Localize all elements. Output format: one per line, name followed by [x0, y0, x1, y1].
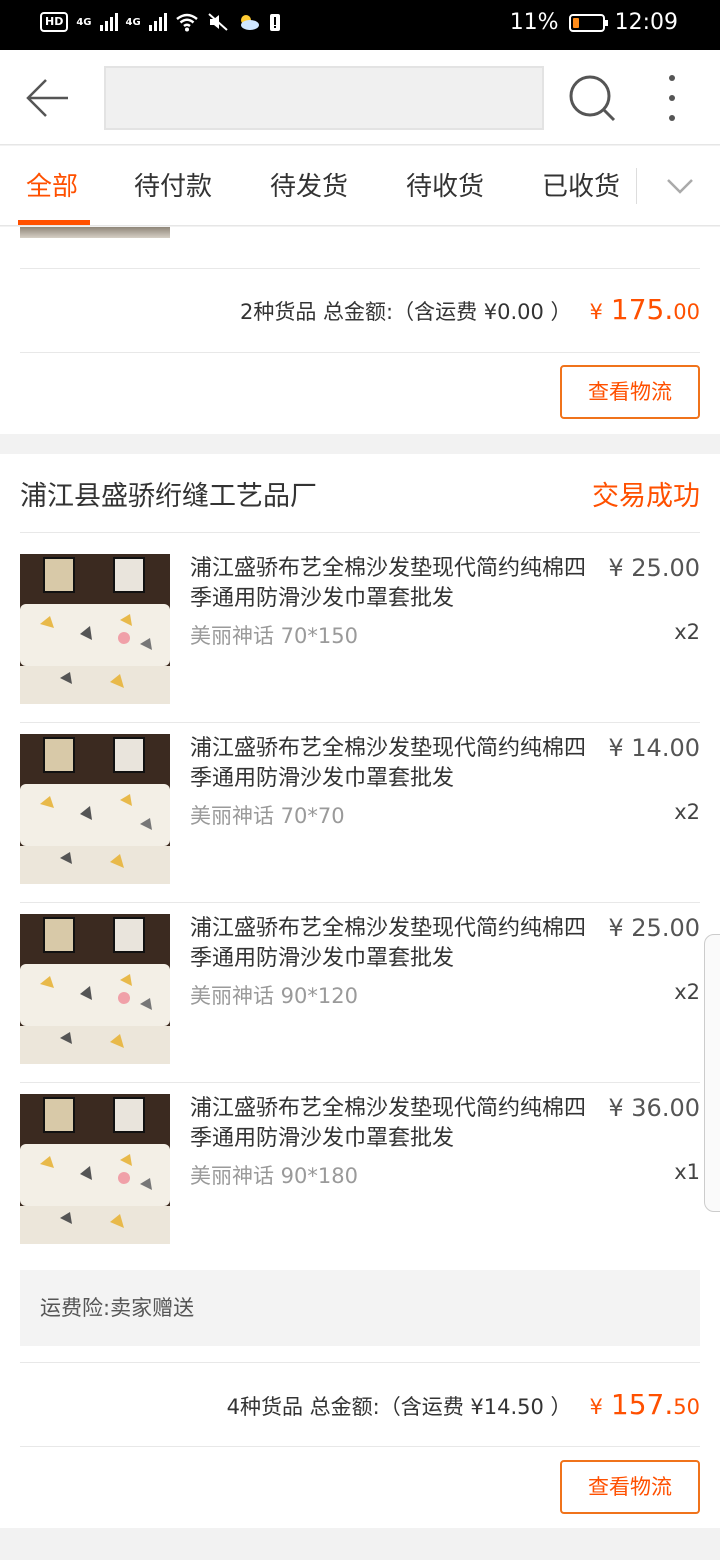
shipping-insurance-note: 运费险:卖家赠送 [20, 1270, 700, 1346]
battery-alert-icon [269, 14, 280, 31]
product-spec: 美丽神话 90*180 [190, 1164, 358, 1188]
order-card: 浦江县盛骄绗缝工艺品厂 交易成功 浦江盛骄布艺全棉沙发垫现代简约纯棉四季通用防滑… [0, 454, 720, 1528]
search-input[interactable] [104, 66, 544, 130]
search-icon [569, 75, 616, 122]
product-thumbnail[interactable] [20, 227, 170, 238]
signal-4g-label-2: 4G [125, 16, 141, 28]
product-price: ¥ 14.00 [608, 734, 700, 762]
order-total-decimal: 00 [673, 300, 700, 324]
tab-divider [636, 168, 637, 204]
product-title: 浦江盛骄布艺全棉沙发垫现代简约纯棉四季通用防滑沙发巾罩套批发 [190, 916, 587, 971]
signal-strength-icon [99, 13, 118, 31]
currency-symbol: ¥ [589, 1395, 603, 1419]
order-item[interactable]: 浦江盛骄布艺全棉沙发垫现代简约纯棉四季通用防滑沙发巾罩套批发 美丽神话 70*1… [0, 554, 720, 704]
divider [20, 1446, 700, 1447]
order-status: 交易成功 [592, 481, 700, 512]
battery-percent: 11% [509, 10, 559, 35]
product-quantity: x2 [674, 980, 700, 1004]
product-thumbnail [20, 734, 170, 884]
tab-received[interactable]: 已收货 [542, 166, 620, 203]
order-summary: 4种货品 总金额:（含运费 ¥14.50 ） [226, 1395, 572, 1419]
mute-icon [208, 13, 228, 31]
product-quantity: x2 [674, 620, 700, 644]
order-tabs: 全部 待付款 待发货 待收货 已收货 [0, 146, 720, 226]
active-tab-indicator [18, 220, 90, 225]
product-quantity: x2 [674, 800, 700, 824]
divider [20, 1362, 700, 1363]
product-title: 浦江盛骄布艺全棉沙发垫现代简约纯棉四季通用防滑沙发巾罩套批发 [190, 556, 587, 611]
wifi-icon [175, 13, 198, 32]
order-total-integer: 175. [610, 293, 674, 326]
product-spec: 美丽神话 70*150 [190, 624, 358, 648]
product-thumbnail [20, 914, 170, 1064]
arrow-left-icon [26, 79, 68, 117]
tab-pending-receipt[interactable]: 待收货 [406, 166, 484, 203]
more-button[interactable] [654, 72, 690, 124]
order-item[interactable]: 浦江盛骄布艺全棉沙发垫现代简约纯棉四季通用防滑沙发巾罩套批发 美丽神话 70*7… [0, 734, 720, 884]
clock: 12:09 [614, 10, 678, 35]
shipping-insurance-text: 运费险:卖家赠送 [40, 1296, 195, 1320]
order-total-integer: 157. [610, 1388, 674, 1421]
product-price: ¥ 36.00 [608, 1094, 700, 1122]
divider [20, 268, 700, 269]
divider [20, 532, 700, 533]
order-item[interactable]: 浦江盛骄布艺全棉沙发垫现代简约纯棉四季通用防滑沙发巾罩套批发 美丽神话 90*1… [0, 914, 720, 1064]
side-scroll-handle[interactable] [704, 934, 720, 1212]
view-logistics-button[interactable]: 查看物流 [560, 365, 700, 419]
chevron-down-icon [667, 179, 693, 194]
battery-icon [568, 13, 608, 32]
product-price: ¥ 25.00 [608, 554, 700, 582]
weather-cloud-icon [240, 15, 259, 30]
currency-symbol: ¥ [589, 300, 603, 324]
order-total-row: 2种货品 总金额:（含运费 ¥0.00 ） ¥ 175. 00 [240, 293, 700, 326]
signal-strength-icon-2 [148, 13, 167, 31]
order-summary: 2种货品 总金额:（含运费 ¥0.00 ） [239, 300, 572, 324]
order-item[interactable]: 浦江盛骄布艺全棉沙发垫现代简约纯棉四季通用防滑沙发巾罩套批发 美丽神话 90*1… [0, 1094, 720, 1244]
divider [20, 722, 700, 723]
tabs-expand-button[interactable] [660, 170, 700, 202]
hd-indicator: HD [40, 12, 69, 32]
order-total-decimal: 50 [673, 1395, 700, 1419]
order-card: 2种货品 总金额:（含运费 ¥0.00 ） ¥ 175. 00 查看物流 [0, 227, 720, 434]
view-logistics-button[interactable]: 查看物流 [560, 1460, 700, 1514]
product-price: ¥ 25.00 [608, 914, 700, 942]
product-spec: 美丽神话 70*70 [190, 804, 345, 828]
product-thumbnail [20, 1094, 170, 1244]
product-quantity: x1 [674, 1160, 700, 1184]
shop-name[interactable]: 浦江县盛骄绗缝工艺品厂 [20, 474, 317, 513]
product-spec: 美丽神话 90*120 [190, 984, 358, 1008]
tab-pending-payment[interactable]: 待付款 [134, 166, 212, 203]
signal-4g-label-1: 4G [76, 16, 92, 28]
divider [20, 352, 700, 353]
product-title: 浦江盛骄布艺全棉沙发垫现代简约纯棉四季通用防滑沙发巾罩套批发 [190, 1096, 587, 1151]
status-bar: HD 4G 4G 11% 12:09 [0, 0, 720, 50]
product-thumbnail [20, 554, 170, 704]
divider [20, 1082, 700, 1083]
top-bar [0, 50, 720, 145]
tab-all[interactable]: 全部 [26, 166, 78, 203]
back-button[interactable] [24, 74, 72, 122]
tab-pending-shipment[interactable]: 待发货 [270, 166, 348, 203]
more-vertical-icon [669, 75, 675, 121]
search-button[interactable] [566, 72, 618, 124]
product-title: 浦江盛骄布艺全棉沙发垫现代简约纯棉四季通用防滑沙发巾罩套批发 [190, 736, 587, 791]
divider [20, 902, 700, 903]
order-total-row: 4种货品 总金额:（含运费 ¥14.50 ） ¥ 157. 50 [227, 1388, 700, 1421]
